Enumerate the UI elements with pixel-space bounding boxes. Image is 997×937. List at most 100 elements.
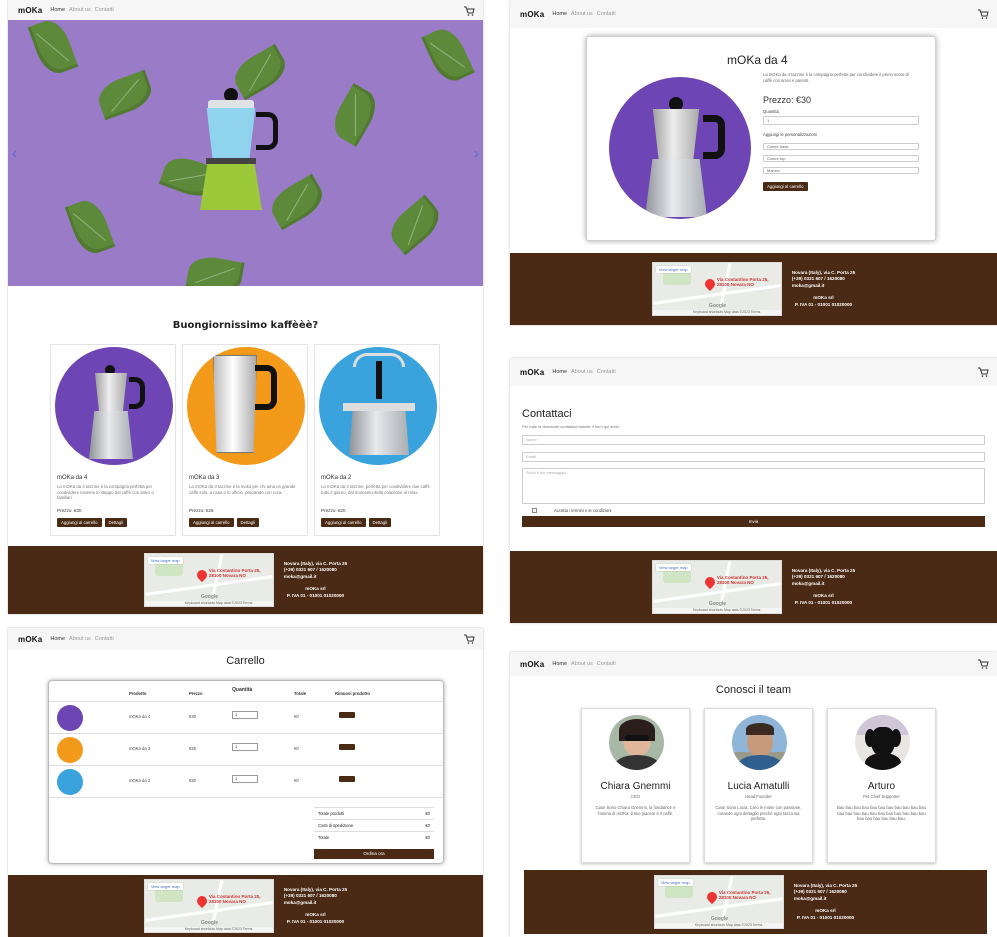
nav-home[interactable]: Home xyxy=(552,661,567,667)
brand-logo[interactable]: mOKa xyxy=(520,10,544,19)
nav-contacts[interactable]: Contatti xyxy=(597,369,616,375)
detail-desc: La mOKa da 4 tazzine è la compagna perfe… xyxy=(763,72,909,83)
footer-map[interactable]: Via Costantino Porta 25, 28100 Novara NO… xyxy=(143,553,274,607)
view-larger-map-link[interactable]: View larger map xyxy=(655,564,691,571)
footer-piva: P. IVA 01 - 01001 01020000 xyxy=(286,918,345,924)
product-price: Prezzo: €20 xyxy=(321,508,346,513)
footer-map[interactable]: Via Costantino Porta 25, 28100 Novara NO… xyxy=(653,875,784,929)
cart-icon[interactable] xyxy=(463,633,475,645)
details-button[interactable]: Dettagli xyxy=(104,518,128,527)
select-base-color[interactable]: Colore base xyxy=(763,143,919,150)
nav-links: Home About us Contatti xyxy=(552,11,615,17)
carousel-prev-icon[interactable]: ‹ xyxy=(12,145,17,163)
cart-icon[interactable] xyxy=(977,366,989,378)
checkout-button[interactable]: Ordina ora xyxy=(314,849,434,859)
cart-panel: mOKa Home About us Contatti Carrello Pro… xyxy=(8,628,483,937)
map-pin-icon xyxy=(194,567,209,583)
nav-contacts[interactable]: Contatti xyxy=(95,7,114,13)
brand-logo[interactable]: mOKa xyxy=(18,635,42,644)
name-input[interactable]: Nome xyxy=(522,435,985,445)
nav-home[interactable]: Home xyxy=(50,7,65,13)
summary-shipping-value: €0 xyxy=(425,823,430,828)
nav-about[interactable]: About us xyxy=(69,7,91,13)
footer-info: Novara (Italy), via C. Porta 25 (+39) 03… xyxy=(792,270,855,309)
view-larger-map-link[interactable]: View larger map xyxy=(147,883,183,890)
submit-button[interactable]: Invia xyxy=(522,516,985,527)
cart-qty-input[interactable]: 1 xyxy=(232,775,258,783)
email-input[interactable]: Email xyxy=(522,452,985,462)
cart-icon[interactable] xyxy=(977,658,989,670)
map-footer: Keyboard shortcuts Map data ©2023 Terms xyxy=(144,601,273,606)
add-to-cart-button[interactable]: Aggiungi al carrello xyxy=(189,518,234,527)
product-desc: La mOKa da 4 tazzine è la compagna perfe… xyxy=(57,484,154,500)
cart-item-image xyxy=(57,705,83,731)
cart-table: Prodotto Prezzo Quantità Totale Rimuovi … xyxy=(48,680,444,864)
nav-home[interactable]: Home xyxy=(50,636,65,642)
product-desc: La mOKa da 3 tazzine è la moka per chi a… xyxy=(189,484,296,495)
contact-subtitle: Per tutte le domande contattaci tramite … xyxy=(522,424,619,429)
carousel-next-icon[interactable]: › xyxy=(474,145,479,163)
footer: Via Costantino Porta 25, 28100 Novara NO… xyxy=(510,253,997,325)
cart-item-total: €0 xyxy=(294,714,299,719)
brand-logo[interactable]: mOKa xyxy=(18,6,42,15)
map-pin-icon xyxy=(702,574,717,590)
accept-checkbox[interactable] xyxy=(532,508,537,513)
team-title: Conosci il team xyxy=(715,684,792,696)
map-footer: Keyboard shortcuts Map data ©2023 Terms xyxy=(652,608,781,613)
details-button[interactable]: Dettagli xyxy=(368,518,392,527)
brand-logo[interactable]: mOKa xyxy=(520,368,544,377)
brand-logo[interactable]: mOKa xyxy=(520,660,544,669)
nav-about[interactable]: About us xyxy=(571,369,593,375)
hero-carousel: ‹ › xyxy=(8,20,483,286)
product-desc: La mOKa da 2 tazzine, perfetta per condi… xyxy=(321,484,430,495)
team-name: Lucia Amatulli xyxy=(727,781,790,792)
select-handle[interactable]: Manico xyxy=(763,167,919,174)
nav-about[interactable]: About us xyxy=(571,661,593,667)
remove-item-button[interactable] xyxy=(339,712,355,718)
accept-label: Accetta i termini e le condizioni xyxy=(554,508,612,513)
nav-contacts[interactable]: Contatti xyxy=(597,661,616,667)
add-to-cart-button[interactable]: Aggiungi al carrello xyxy=(321,518,366,527)
detail-product-image xyxy=(609,77,751,219)
add-to-cart-button[interactable]: Aggiungi al carrello xyxy=(57,518,102,527)
cart-icon[interactable] xyxy=(977,8,989,20)
footer-info: Novara (Italy), via C. Porta 25 (+39) 03… xyxy=(794,883,857,922)
details-button[interactable]: Dettagli xyxy=(236,518,260,527)
product-image xyxy=(319,347,437,465)
cart-qty-input[interactable]: 1 xyxy=(232,743,258,751)
summary-products-value: €0 xyxy=(425,811,430,816)
cart-title: Carrello xyxy=(226,655,265,667)
summary-products: Totale prodotti €0 xyxy=(314,807,434,819)
view-larger-map-link[interactable]: View larger map xyxy=(147,557,183,564)
qty-input[interactable]: 1 xyxy=(763,116,919,125)
footer-piva: P. IVA 01 - 01001 01020000 xyxy=(796,914,855,920)
detail-add-to-cart-button[interactable]: Aggiungi al carrello xyxy=(763,182,808,191)
team-card: Chiara Gnemmi CEO Ciao! Sono Chiara Gnem… xyxy=(581,708,690,863)
cart-item-price: €30 xyxy=(189,714,196,719)
nav-home[interactable]: Home xyxy=(552,369,567,375)
message-textarea[interactable]: Scrivi il tuo messaggio... xyxy=(522,468,985,504)
map-google-logo: Google xyxy=(708,303,727,309)
team-role: Pet Chief Supporter xyxy=(863,794,900,799)
nav-home[interactable]: Home xyxy=(552,11,567,17)
col-product: Prodotto xyxy=(129,691,147,696)
nav-about[interactable]: About us xyxy=(571,11,593,17)
nav-links: Home About us Contatti xyxy=(552,661,615,667)
remove-item-button[interactable] xyxy=(339,776,355,782)
team-name: Arturo xyxy=(867,781,896,792)
nav-about[interactable]: About us xyxy=(69,636,91,642)
nav-contacts[interactable]: Contatti xyxy=(95,636,114,642)
footer-map[interactable]: Via Costantino Porta 25, 28100 Novara NO… xyxy=(651,262,782,316)
summary-total: Totale €0 xyxy=(314,831,434,843)
footer-map[interactable]: Via Costantino Porta 25, 28100 Novara NO… xyxy=(143,879,274,933)
navbar: mOKa Home About us Contatti xyxy=(8,0,483,20)
footer-map[interactable]: Via Costantino Porta 25, 28100 Novara NO… xyxy=(651,560,782,614)
cart-icon[interactable] xyxy=(463,5,475,17)
nav-contacts[interactable]: Contatti xyxy=(597,11,616,17)
cart-qty-input[interactable]: 1 xyxy=(232,711,258,719)
select-top-color[interactable]: Colore top xyxy=(763,155,919,162)
view-larger-map-link[interactable]: View larger map xyxy=(655,266,691,273)
remove-item-button[interactable] xyxy=(339,744,355,750)
view-larger-map-link[interactable]: View larger map xyxy=(657,879,693,886)
team-desc: Bau bau bau bau bau bau bau bau bau bau … xyxy=(837,805,926,821)
